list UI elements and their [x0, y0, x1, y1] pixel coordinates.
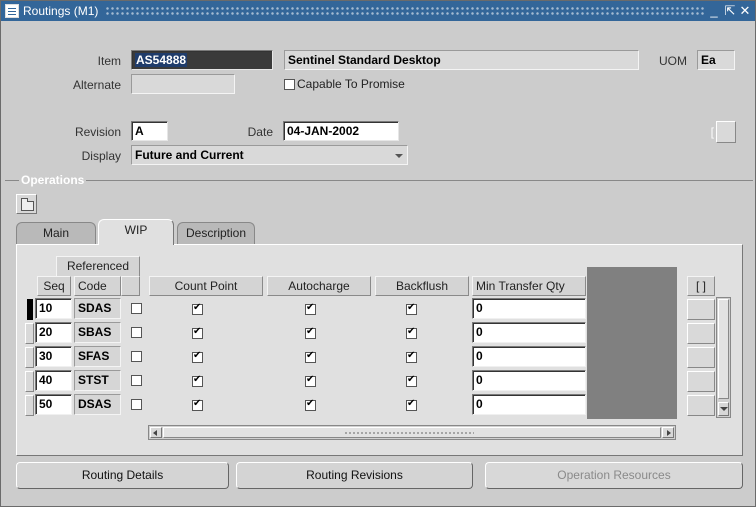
- header-referenced-top: Referenced: [56, 256, 140, 276]
- backflush-checkbox[interactable]: [406, 398, 417, 411]
- row-indicator[interactable]: [25, 395, 34, 416]
- uom-label: UOM: [659, 54, 687, 68]
- referenced-checkbox[interactable]: [131, 303, 142, 314]
- header-extra: [ ]: [687, 276, 715, 296]
- code-cell[interactable]: SFAS: [74, 346, 121, 367]
- descriptive-flexfield[interactable]: [716, 121, 736, 143]
- alternate-field[interactable]: [131, 74, 235, 94]
- hidden-columns-area: [587, 267, 677, 419]
- vertical-scroll-thumb[interactable]: [718, 299, 729, 399]
- code-cell[interactable]: SDAS: [74, 298, 121, 319]
- count-point-checkbox[interactable]: [192, 374, 203, 387]
- min-transfer-qty-cell[interactable]: 0: [472, 370, 586, 391]
- minimize-icon[interactable]: _: [707, 3, 721, 18]
- routings-window: Routings (M1) _ ⇱ ✕ Item AS54888 Sentine…: [0, 0, 756, 507]
- seq-cell[interactable]: 40: [35, 370, 72, 391]
- revision-field[interactable]: A: [131, 121, 168, 141]
- header-code: Code: [74, 276, 121, 296]
- code-cell[interactable]: STST: [74, 370, 121, 391]
- routing-revisions-button[interactable]: Routing Revisions: [236, 462, 473, 489]
- display-label: Display: [81, 149, 121, 163]
- row-indicator[interactable]: [25, 371, 34, 392]
- date-field[interactable]: 04-JAN-2002: [283, 121, 399, 141]
- display-value: Future and Current: [135, 148, 244, 162]
- referenced-checkbox[interactable]: [131, 327, 142, 338]
- referenced-checkbox[interactable]: [131, 351, 142, 362]
- backflush-checkbox[interactable]: [406, 374, 417, 387]
- header-backflush: Backflush: [375, 276, 469, 296]
- count-point-checkbox[interactable]: [192, 302, 203, 315]
- referenced-checkbox[interactable]: [131, 375, 142, 386]
- row-indicator[interactable]: [25, 347, 34, 368]
- backflush-checkbox[interactable]: [406, 350, 417, 363]
- item-description-field[interactable]: Sentinel Standard Desktop: [284, 50, 639, 70]
- min-transfer-qty-cell[interactable]: 0: [472, 322, 586, 343]
- scroll-right-icon[interactable]: [662, 427, 674, 438]
- row-indicator[interactable]: [27, 299, 33, 320]
- tab-wip[interactable]: WIP: [98, 219, 174, 245]
- routing-details-button[interactable]: Routing Details: [16, 462, 229, 489]
- count-point-checkbox[interactable]: [192, 326, 203, 339]
- bracket-label: [: [710, 125, 714, 139]
- row-flex-cell[interactable]: [687, 323, 715, 344]
- horizontal-scroll-thumb[interactable]: [163, 427, 661, 438]
- restore-icon[interactable]: ⇱: [723, 3, 737, 18]
- min-transfer-qty-cell[interactable]: 0: [472, 394, 586, 415]
- autocharge-checkbox[interactable]: [305, 326, 316, 339]
- row-flex-cell[interactable]: [687, 347, 715, 368]
- seq-cell[interactable]: 10: [35, 298, 72, 319]
- date-label: Date: [247, 125, 273, 139]
- header-seq: Seq: [37, 276, 71, 296]
- item-label: Item: [97, 54, 121, 68]
- count-point-checkbox[interactable]: [192, 350, 203, 363]
- scroll-left-icon[interactable]: [150, 427, 162, 438]
- title-bar-pattern: [105, 6, 705, 16]
- window-title: Routings (M1): [23, 4, 99, 18]
- folder-icon[interactable]: [16, 194, 37, 214]
- seq-cell[interactable]: 50: [35, 394, 72, 415]
- title-bar: Routings (M1) _ ⇱ ✕: [1, 1, 755, 21]
- item-value: AS54888: [135, 53, 188, 67]
- alternate-label: Alternate: [72, 78, 121, 92]
- backflush-checkbox[interactable]: [406, 302, 417, 315]
- horizontal-scrollbar[interactable]: [148, 425, 676, 440]
- tab-description[interactable]: Description: [177, 222, 255, 244]
- section-divider: [5, 180, 753, 181]
- code-cell[interactable]: SBAS: [74, 322, 121, 343]
- autocharge-checkbox[interactable]: [305, 398, 316, 411]
- row-flex-cell[interactable]: [687, 371, 715, 392]
- capable-to-promise-checkbox[interactable]: [284, 79, 295, 90]
- header-count-point: Count Point: [149, 276, 263, 296]
- autocharge-checkbox[interactable]: [305, 374, 316, 387]
- uom-field[interactable]: Ea: [697, 50, 735, 70]
- count-point-checkbox[interactable]: [192, 398, 203, 411]
- row-indicator[interactable]: [25, 323, 34, 344]
- scroll-down-icon[interactable]: [718, 402, 729, 416]
- seq-cell[interactable]: 20: [35, 322, 72, 343]
- item-field[interactable]: AS54888: [131, 50, 273, 70]
- operation-resources-button[interactable]: Operation Resources: [485, 462, 743, 489]
- min-transfer-qty-cell[interactable]: 0: [472, 298, 586, 319]
- autocharge-checkbox[interactable]: [305, 302, 316, 315]
- close-icon[interactable]: ✕: [738, 3, 752, 18]
- revision-label: Revision: [74, 125, 121, 139]
- min-transfer-qty-cell[interactable]: 0: [472, 346, 586, 367]
- operations-section-title: Operations: [19, 173, 87, 187]
- row-flex-cell[interactable]: [687, 299, 715, 320]
- header-autocharge: Autocharge: [267, 276, 371, 296]
- chevron-down-icon: [395, 154, 403, 158]
- vertical-scrollbar[interactable]: [716, 297, 731, 418]
- referenced-checkbox[interactable]: [131, 399, 142, 410]
- header-min-transfer-qty: Min Transfer Qty: [472, 276, 586, 296]
- form-icon: [5, 4, 19, 18]
- autocharge-checkbox[interactable]: [305, 350, 316, 363]
- capable-to-promise-label: Capable To Promise: [297, 77, 405, 91]
- display-select[interactable]: Future and Current: [131, 145, 408, 165]
- tab-main[interactable]: Main: [16, 222, 96, 244]
- row-flex-cell[interactable]: [687, 395, 715, 416]
- seq-cell[interactable]: 30: [35, 346, 72, 367]
- header-referenced-slot: [121, 276, 140, 296]
- code-cell[interactable]: DSAS: [74, 394, 121, 415]
- backflush-checkbox[interactable]: [406, 326, 417, 339]
